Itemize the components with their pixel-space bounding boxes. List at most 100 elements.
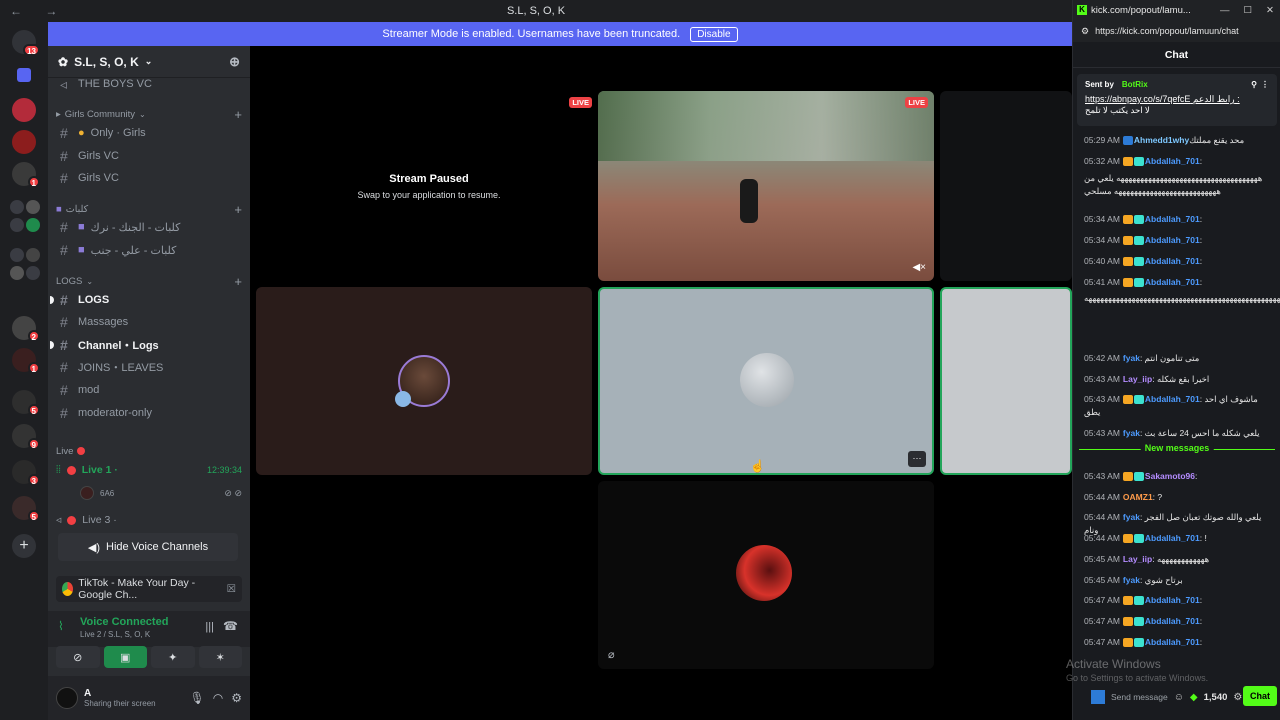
- server-icon[interactable]: 3: [12, 460, 40, 486]
- message-username[interactable]: fyak: [1123, 512, 1140, 522]
- server-icon[interactable]: 5: [12, 390, 40, 416]
- server-icon[interactable]: [10, 266, 24, 280]
- server-icon[interactable]: 2: [12, 316, 40, 342]
- headset-icon[interactable]: ◠: [213, 691, 223, 705]
- activities-icon[interactable]: ✦: [151, 646, 195, 668]
- pinned-link-text[interactable]: https://abnpay.co/s/7qefcE: [1085, 94, 1190, 104]
- message-username[interactable]: Abdallah_701: [1145, 256, 1200, 266]
- category-arabic[interactable]: ■ كلبات +: [56, 201, 242, 217]
- pinned-link[interactable]: https://abnpay.co/s/7qefcE رابط الدعم :: [1085, 94, 1269, 105]
- message-username[interactable]: fyak: [1123, 575, 1140, 585]
- message-username[interactable]: Abdallah_701: [1145, 533, 1200, 543]
- send-chat-button[interactable]: Chat: [1243, 686, 1277, 706]
- stream-tile-game[interactable]: LIVE ◀×: [598, 91, 934, 281]
- voice-channel-live-1[interactable]: ⦙⦙ Live 1 · 12:39:34: [56, 460, 242, 480]
- site-info-icon[interactable]: ⚙: [1081, 26, 1089, 37]
- microphone-icon[interactable]: 🎙︎: [190, 691, 205, 705]
- add-server-icon[interactable]: +: [12, 534, 36, 558]
- category-live[interactable]: Live: [56, 443, 242, 459]
- channel-moderator-only[interactable]: # moderator-only: [56, 403, 242, 423]
- maximize-icon[interactable]: ☐: [1244, 5, 1253, 16]
- message-username[interactable]: Abdallah_701: [1145, 235, 1200, 245]
- voice-connected-status[interactable]: Voice Connected: [80, 616, 242, 628]
- message-username[interactable]: fyak: [1123, 353, 1140, 363]
- channel-logs[interactable]: # LOGS: [50, 290, 242, 310]
- more-icon[interactable]: ⋮: [1261, 80, 1269, 89]
- server-icon[interactable]: [26, 248, 40, 262]
- message-username[interactable]: Abdallah_701: [1145, 156, 1200, 166]
- message-username[interactable]: fyak: [1123, 428, 1140, 438]
- close-icon[interactable]: ☒: [227, 583, 236, 595]
- soundboard-icon[interactable]: ✶: [198, 646, 242, 668]
- add-channel-icon[interactable]: +: [234, 107, 242, 122]
- channel-mod[interactable]: # mod: [56, 380, 242, 400]
- participant-tile-partial[interactable]: [940, 287, 1072, 475]
- disable-streamer-mode-button[interactable]: Disable: [690, 26, 738, 42]
- message-username[interactable]: Lay_iip: [1123, 554, 1152, 564]
- server-icon[interactable]: 5: [12, 496, 40, 522]
- minimize-icon[interactable]: —: [1220, 5, 1230, 16]
- server-icon[interactable]: [10, 218, 24, 232]
- avatar[interactable]: [56, 687, 78, 709]
- category-logs[interactable]: LOGS ⌄ +: [56, 273, 242, 289]
- participant-tile[interactable]: [256, 287, 592, 475]
- message-username[interactable]: Abdallah_701: [1145, 277, 1200, 287]
- channel-only-girls[interactable]: # ● Only · Girls: [56, 123, 242, 143]
- voice-channel-live-3[interactable]: ◃ Live 3 ·: [56, 510, 242, 530]
- screen-share-icon[interactable]: ▣: [103, 646, 147, 668]
- message-username[interactable]: OAMZ1: [1123, 492, 1153, 502]
- stream-tile-paused[interactable]: LIVE Stream Paused Swap to your applicat…: [256, 91, 596, 281]
- camera-off-icon[interactable]: ⊘: [56, 646, 100, 668]
- add-channel-icon[interactable]: +: [234, 202, 242, 217]
- server-icon[interactable]: 9: [12, 424, 40, 450]
- server-icon[interactable]: [12, 130, 36, 154]
- message-username[interactable]: Abdallah_701: [1145, 394, 1200, 404]
- message-username[interactable]: Abdallah_701: [1145, 637, 1200, 647]
- channel-massages[interactable]: # Massages: [56, 312, 242, 332]
- channel-the-boys-vc[interactable]: ◃ THE BOYS VC: [56, 74, 242, 94]
- message-username[interactable]: Abdallah_701: [1145, 595, 1200, 605]
- message-username[interactable]: Lay_iip: [1123, 374, 1152, 384]
- hide-voice-channels-button[interactable]: ◀) Hide Voice Channels: [58, 533, 238, 561]
- more-options-button[interactable]: ···: [908, 451, 926, 467]
- message-username[interactable]: Abdallah_701: [1145, 214, 1200, 224]
- stream-tile-partial[interactable]: [940, 91, 1072, 281]
- address-bar[interactable]: ⚙ https://kick.com/popout/lamuun/chat: [1073, 20, 1280, 42]
- activity-bar[interactable]: TikTok - Make Your Day - Google Ch... ☒: [56, 576, 242, 602]
- channel-girls-vc[interactable]: # Girls VC: [56, 168, 242, 188]
- message-username[interactable]: Ahmedd1why: [1134, 135, 1189, 145]
- server-icon[interactable]: [26, 200, 40, 214]
- server-icon[interactable]: [26, 266, 40, 280]
- message-username[interactable]: Sakamoto96: [1145, 471, 1195, 481]
- voice-user[interactable]: 6A6 ⊘ ⊘: [76, 483, 242, 503]
- category-girls-community[interactable]: ▸ Girls Community ⌄ +: [56, 106, 242, 122]
- pin-icon[interactable]: ⚲: [1251, 80, 1257, 89]
- disconnect-icon[interactable]: ☎: [223, 619, 238, 633]
- folder-icon[interactable]: [17, 68, 31, 82]
- server-icon[interactable]: 1: [12, 348, 40, 374]
- emoji-picker-icon[interactable]: ☺: [1174, 692, 1184, 703]
- noise-suppression-icon[interactable]: |||: [205, 621, 214, 633]
- message-username[interactable]: Abdallah_701: [1145, 616, 1200, 626]
- message-text: :: [1199, 256, 1203, 266]
- server-icon[interactable]: [10, 248, 24, 262]
- channel-channel-logs[interactable]: # Channel・Logs: [50, 335, 242, 355]
- channel-arabic-2[interactable]: # ■ كلبات - علي - جنب: [56, 240, 242, 260]
- send-message-input[interactable]: Send message: [1111, 692, 1168, 702]
- server-icon[interactable]: [10, 200, 24, 214]
- server-icon[interactable]: [12, 98, 36, 122]
- server-icon[interactable]: [26, 218, 40, 232]
- channel-arabic-1[interactable]: # ■ كلبات - الجنك - نرك: [56, 217, 242, 237]
- close-icon[interactable]: ✕: [1266, 5, 1274, 16]
- participant-tile[interactable]: [598, 481, 934, 669]
- gear-icon[interactable]: ⚙: [1233, 692, 1242, 703]
- volume-muted-icon[interactable]: ◀×: [912, 262, 926, 273]
- server-icon[interactable]: 1: [12, 162, 40, 188]
- add-channel-icon[interactable]: +: [234, 274, 242, 289]
- gear-icon[interactable]: ⚙: [231, 691, 242, 705]
- direct-messages-icon[interactable]: 13: [12, 30, 40, 56]
- invite-icon[interactable]: ⊕: [229, 54, 240, 70]
- channel-girls-vc[interactable]: # Girls VC: [56, 146, 242, 166]
- participant-tile-speaking[interactable]: ··· ☝: [598, 287, 934, 475]
- channel-joins-leaves[interactable]: # JOINS・LEAVES: [56, 357, 242, 377]
